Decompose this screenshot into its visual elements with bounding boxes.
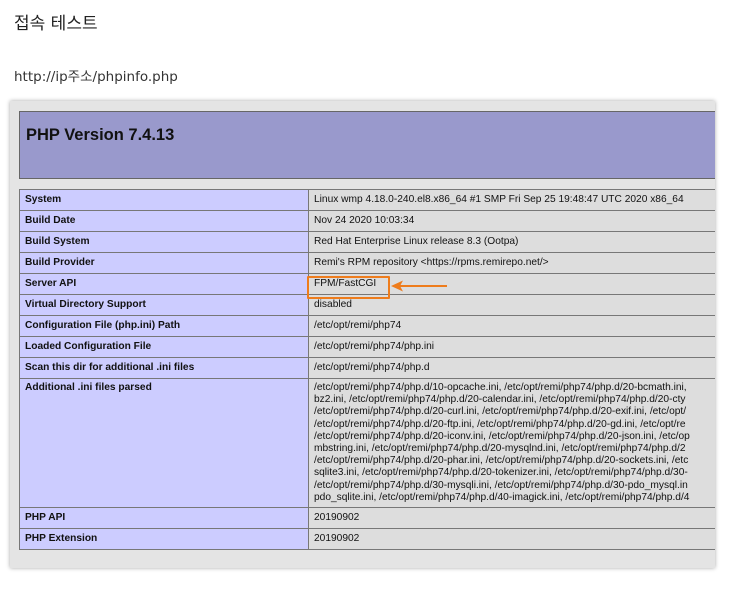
- orange-arrow-icon: [391, 280, 447, 292]
- row-value: /etc/opt/remi/php74/php.d: [308, 357, 715, 379]
- value-line: /etc/opt/remi/php74/php.d/20-iconv.ini, …: [314, 430, 690, 442]
- server-api-highlight-box: [307, 276, 390, 299]
- table-row: PHP API 20190902: [19, 507, 715, 530]
- row-key: Loaded Configuration File: [19, 336, 309, 358]
- table-row: Build Date Nov 24 2020 10:03:34: [19, 210, 715, 232]
- row-value: Remi's RPM repository <https://rpms.remi…: [308, 252, 715, 274]
- row-value: Red Hat Enterprise Linux release 8.3 (Oo…: [308, 231, 715, 253]
- row-value: /etc/opt/remi/php74/php.ini: [308, 336, 715, 358]
- row-key: Virtual Directory Support: [19, 294, 309, 316]
- row-key: Build System: [19, 231, 309, 253]
- url-text: http://ip주소/phpinfo.php: [14, 69, 178, 85]
- table-row: Configuration File (php.ini) Path/etc/op…: [19, 315, 715, 337]
- value-line: bz2.ini, /etc/opt/remi/php74/php.d/20-ca…: [314, 394, 686, 406]
- row-key: Build Date: [19, 210, 309, 232]
- value-line: 20190902: [314, 511, 360, 523]
- value-line: Red Hat Enterprise Linux release 8.3 (Oo…: [314, 235, 519, 247]
- value-line: disabled: [314, 298, 352, 310]
- row-value: /etc/opt/remi/php74/php.d/10-opcache.ini…: [308, 377, 715, 509]
- phpinfo-screenshot: PHP Version 7.4.13 System Linux wmp 4.18.…: [10, 101, 715, 568]
- value-line: Remi's RPM repository <https://rpms.remi…: [314, 256, 549, 268]
- table-row: Build System Red Hat Enterprise Linux rel…: [19, 231, 715, 253]
- row-key: Server API: [19, 273, 309, 295]
- row-key: Configuration File (php.ini) Path: [19, 315, 309, 337]
- value-line: /etc/opt/remi/php74/php.d/20-phar.ini, /…: [314, 455, 689, 467]
- value-line: mbstring.ini, /etc/opt/remi/php74/php.d/…: [314, 443, 686, 455]
- table-row: Build Provider Remi's RPM repository <htt…: [19, 252, 715, 274]
- value-line: /etc/opt/remi/php74/php.d/20-curl.ini, /…: [314, 406, 687, 418]
- value-line: /etc/opt/remi/php74: [314, 319, 402, 331]
- table-row: Additional .ini files parsed/etc/opt/rem…: [19, 377, 715, 509]
- row-value: Nov 24 2020 10:03:34: [308, 210, 715, 232]
- php-version-title: PHP Version 7.4.13: [26, 126, 175, 144]
- value-line: pdo_sqlite.ini, /etc/opt/remi/php74/php.…: [314, 491, 690, 503]
- value-line: Nov 24 2020 10:03:34: [314, 214, 415, 226]
- table-row: System Linux wmp 4.18.0-240.el8.x86_64 #1…: [19, 189, 715, 211]
- row-value: Linux wmp 4.18.0-240.el8.x86_64 #1 SMP F…: [308, 189, 715, 211]
- row-key: PHP API: [19, 507, 309, 530]
- page-heading: 접속 테스트: [14, 14, 98, 34]
- value-line: /etc/opt/remi/php74/php.d/20-ftp.ini, /e…: [314, 418, 686, 430]
- value-line: /etc/opt/remi/php74/php.ini: [314, 340, 435, 352]
- row-value: 20190902: [308, 528, 715, 551]
- row-value: /etc/opt/remi/php74: [308, 315, 715, 337]
- row-key: System: [19, 189, 309, 211]
- value-line: Linux wmp 4.18.0-240.el8.x86_64 #1 SMP F…: [314, 193, 684, 205]
- value-line: /etc/opt/remi/php74/php.d/30-mysqli.ini,…: [314, 479, 688, 491]
- table-row: Loaded Configuration File/etc/opt/remi/p…: [19, 336, 715, 358]
- row-value: 20190902: [308, 507, 715, 530]
- value-line: /etc/opt/remi/php74/php.d: [314, 361, 430, 373]
- value-line: 20190902: [314, 532, 360, 544]
- row-key: Additional .ini files parsed: [19, 377, 309, 509]
- phpinfo-content: PHP Version 7.4.13 System Linux wmp 4.18.…: [19, 111, 715, 551]
- table-row: Scan this dir for additional .ini files /…: [19, 357, 715, 379]
- value-line: /etc/opt/remi/php74/php.d/10-opcache.ini…: [314, 382, 687, 393]
- php-version-header: PHP Version 7.4.13: [19, 111, 715, 179]
- table-row: PHP Extension 20190902: [19, 528, 715, 551]
- value-line: sqlite3.ini, /etc/opt/remi/php74/php.d/2…: [314, 467, 688, 479]
- phpinfo-table: System Linux wmp 4.18.0-240.el8.x86_64 #1…: [19, 189, 715, 551]
- row-key: Scan this dir for additional .ini files: [19, 357, 309, 379]
- row-key: PHP Extension: [19, 528, 309, 551]
- row-key: Build Provider: [19, 252, 309, 274]
